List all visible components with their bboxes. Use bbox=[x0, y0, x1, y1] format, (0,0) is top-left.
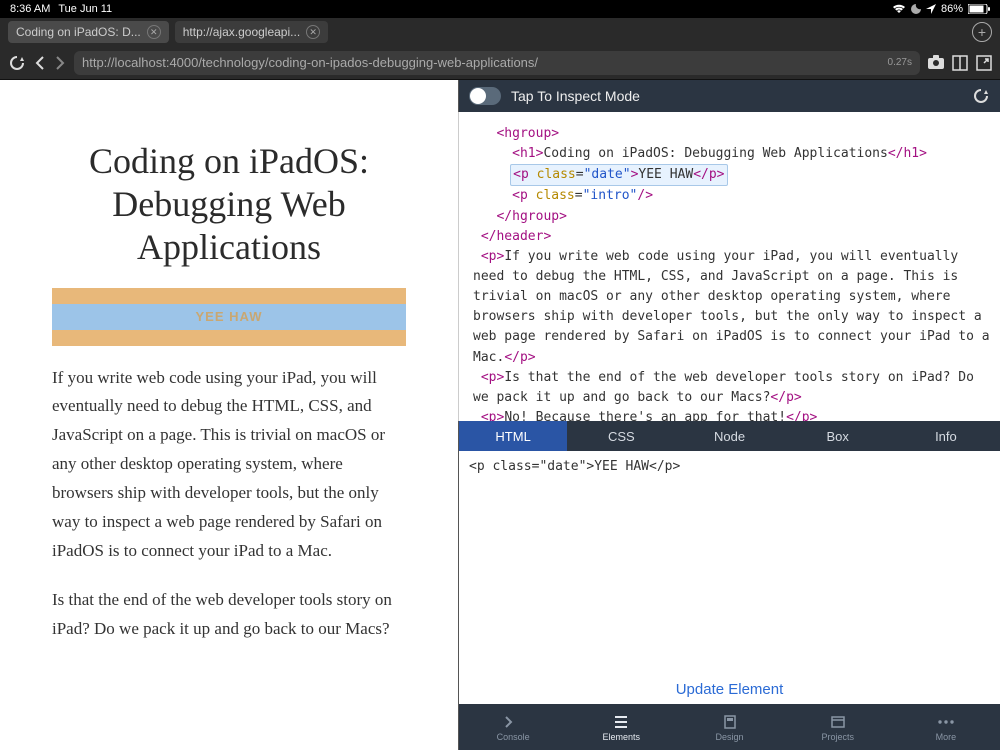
nav-label: Elements bbox=[603, 732, 641, 742]
add-tab-button[interactable]: + bbox=[972, 22, 992, 42]
tab-title: Coding on iPadOS: D... bbox=[16, 25, 141, 39]
reload-icon[interactable] bbox=[8, 54, 26, 72]
nav-more[interactable]: More bbox=[892, 704, 1000, 750]
reload-icon[interactable] bbox=[972, 87, 990, 105]
nav-console[interactable]: Console bbox=[459, 704, 567, 750]
browser-tab[interactable]: Coding on iPadOS: D... ✕ bbox=[8, 21, 169, 43]
dom-tree[interactable]: <hgroup> <h1>Coding on iPadOS: Debugging… bbox=[458, 112, 1000, 421]
location-icon bbox=[926, 4, 936, 14]
forward-icon[interactable] bbox=[54, 55, 66, 71]
close-icon[interactable]: ✕ bbox=[147, 25, 161, 39]
tab-title: http://ajax.googleapi... bbox=[183, 25, 300, 39]
url-text: http://localhost:4000/technology/coding-… bbox=[82, 55, 538, 70]
wifi-icon bbox=[892, 4, 906, 14]
tab-info[interactable]: Info bbox=[892, 421, 1000, 451]
devtools-subtabs: HTML CSS Node Box Info bbox=[459, 421, 1000, 451]
more-icon bbox=[937, 713, 955, 731]
nav-projects[interactable]: Projects bbox=[784, 704, 892, 750]
columns-icon[interactable] bbox=[952, 55, 968, 71]
tab-node[interactable]: Node bbox=[675, 421, 783, 451]
close-icon[interactable]: ✕ bbox=[306, 25, 320, 39]
tab-box[interactable]: Box bbox=[784, 421, 892, 451]
nav-label: Projects bbox=[821, 732, 854, 742]
projects-icon bbox=[830, 713, 846, 731]
ios-status-bar: 8:36 AM Tue Jun 11 86% bbox=[0, 0, 1000, 18]
browser-tab[interactable]: http://ajax.googleapi... ✕ bbox=[175, 21, 328, 43]
nav-label: Design bbox=[716, 732, 744, 742]
elements-icon bbox=[613, 713, 629, 731]
article-paragraph: Is that the end of the web developer too… bbox=[52, 586, 406, 644]
camera-icon[interactable] bbox=[928, 55, 944, 71]
expand-icon[interactable] bbox=[976, 55, 992, 71]
nav-elements[interactable]: Elements bbox=[567, 704, 675, 750]
url-input[interactable]: http://localhost:4000/technology/coding-… bbox=[74, 51, 920, 75]
date-label: YEE HAW bbox=[52, 304, 406, 330]
article-paragraph: If you write web code using your iPad, y… bbox=[52, 364, 406, 566]
update-element-button[interactable]: Update Element bbox=[459, 671, 1000, 704]
devtools-bottom-nav: Console Elements Design Projects bbox=[459, 704, 1000, 750]
back-icon[interactable] bbox=[34, 55, 46, 71]
browser-tab-bar: Coding on iPadOS: D... ✕ http://ajax.goo… bbox=[0, 18, 1000, 46]
devtools-panel: Tap To Inspect Mode <hgroup> <h1>Coding … bbox=[458, 80, 1000, 750]
nav-label: Console bbox=[497, 732, 530, 742]
clock: 8:36 AM bbox=[10, 3, 50, 15]
inspect-toggle[interactable] bbox=[469, 87, 501, 105]
date: Tue Jun 11 bbox=[58, 3, 112, 15]
console-icon bbox=[505, 713, 521, 731]
url-bar: http://localhost:4000/technology/coding-… bbox=[0, 46, 1000, 80]
selection-highlight: YEE HAW bbox=[52, 288, 406, 346]
tab-html[interactable]: HTML bbox=[459, 421, 567, 451]
tab-css[interactable]: CSS bbox=[567, 421, 675, 451]
battery-icon bbox=[968, 4, 990, 14]
inspect-label: Tap To Inspect Mode bbox=[511, 88, 640, 104]
page-title: Coding on iPadOS: Debugging Web Applicat… bbox=[52, 140, 406, 270]
page-preview[interactable]: Coding on iPadOS: Debugging Web Applicat… bbox=[0, 80, 458, 750]
moon-icon bbox=[911, 4, 921, 14]
nav-design[interactable]: Design bbox=[675, 704, 783, 750]
load-timing: 0.27s bbox=[880, 57, 912, 68]
battery-percent: 86% bbox=[941, 3, 963, 15]
design-icon bbox=[722, 713, 738, 731]
nav-label: More bbox=[936, 732, 957, 742]
html-detail-editor[interactable]: <p class="date">YEE HAW</p> bbox=[459, 451, 1000, 671]
inspect-bar: Tap To Inspect Mode bbox=[459, 80, 1000, 112]
